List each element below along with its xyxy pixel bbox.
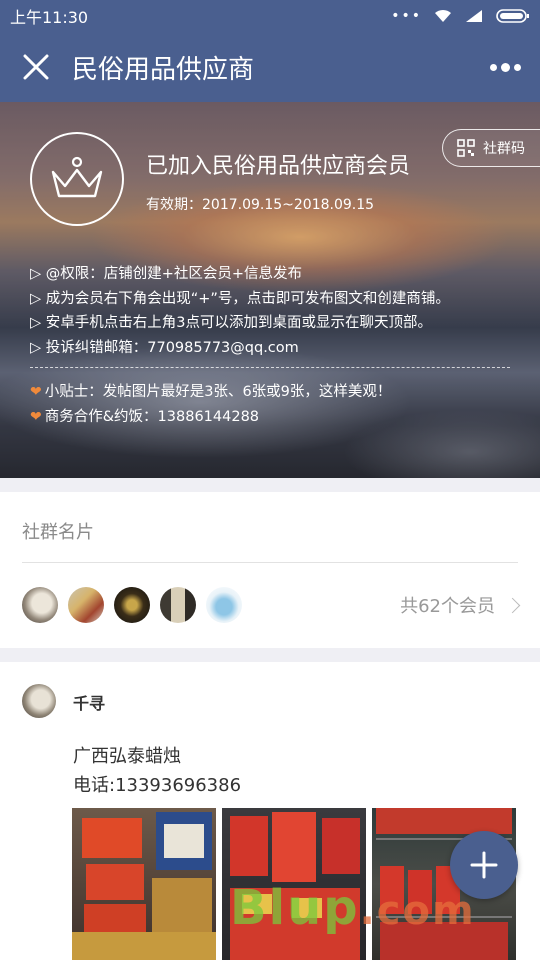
chevron-right-icon	[504, 597, 521, 613]
watermark-suffix: .com	[359, 888, 476, 934]
post-author[interactable]: 千寻	[73, 690, 105, 714]
avatar[interactable]	[68, 587, 104, 623]
plus-icon	[470, 851, 498, 879]
wifi-icon	[434, 9, 452, 23]
community-card: 社群名片 共62个会员	[0, 492, 540, 648]
tip-line: ❤ 小贴士：发帖图片最好是3张、6张或9张，这样美观！	[30, 380, 391, 405]
close-button[interactable]	[0, 32, 72, 102]
post-content: 广西弘泰蜡烛 电话:13393696386	[73, 742, 241, 800]
nav-bar: 民俗用品供应商	[0, 32, 540, 102]
notification-dots-icon: •••	[391, 8, 422, 24]
page-title: 民俗用品供应商	[72, 54, 255, 85]
tip-text: 小贴士：发帖图片最好是3张、6张或9张，这样美观！	[44, 384, 392, 400]
info-line: ▷ @权限：店铺创建+社区会员+信息发布	[30, 266, 303, 282]
qr-code-icon	[457, 139, 475, 157]
crown-emblem	[30, 132, 124, 226]
dashed-divider	[30, 367, 510, 368]
member-count: 共62个会员	[400, 596, 495, 617]
heart-icon: ❤	[30, 408, 42, 425]
crown-icon	[51, 156, 103, 198]
avatar[interactable]	[22, 684, 56, 718]
membership-title: 已加入民俗用品供应商会员	[146, 154, 411, 179]
watermark-main: Blup	[230, 880, 360, 936]
member-avatars[interactable]	[22, 587, 242, 623]
avatar[interactable]	[22, 587, 58, 623]
more-button[interactable]	[470, 32, 540, 102]
qr-label: 社群码	[483, 141, 525, 157]
post-line: 电话:13393696386	[73, 775, 242, 796]
community-qr-button[interactable]: 社群码	[442, 129, 540, 167]
info-line: ▷ 投诉纠错邮箱：770985773@qq.com	[30, 339, 299, 356]
member-count-link[interactable]: 共62个会员	[400, 592, 521, 618]
post-photo[interactable]	[72, 808, 216, 960]
info-lines: ▷ @权限：店铺创建+社区会员+信息发布 ▷ 成为会员右下角会出现“+”号，点击…	[30, 262, 450, 360]
more-dot-icon	[513, 63, 521, 71]
avatar[interactable]	[160, 587, 196, 623]
close-icon	[23, 54, 49, 80]
info-line: ▷ 成为会员右下角会出现“+”号，点击即可发布图文和创建商铺。	[30, 290, 450, 307]
hero-banner: 已加入民俗用品供应商会员 有效期：2017.09.15~2018.09.15 社…	[0, 102, 540, 478]
more-dot-icon	[500, 62, 510, 72]
tip-line: ❤ 商务合作&约饭：13886144288	[30, 405, 391, 430]
battery-icon	[496, 8, 530, 24]
more-dot-icon	[489, 63, 497, 71]
watermark: Blup.com	[230, 880, 476, 936]
divider	[22, 562, 518, 563]
status-icons: •••	[391, 8, 530, 24]
avatar[interactable]	[114, 587, 150, 623]
tip-text: 商务合作&约饭：13886144288	[44, 408, 260, 425]
status-time: 上午11:30	[10, 8, 89, 27]
avatar[interactable]	[206, 587, 242, 623]
tips: ❤ 小贴士：发帖图片最好是3张、6张或9张，这样美观！ ❤ 商务合作&约饭：13…	[30, 380, 391, 429]
post-line: 广西弘泰蜡烛	[73, 746, 181, 767]
validity-text: 有效期：2017.09.15~2018.09.15	[146, 197, 375, 213]
info-line: ▷ 安卓手机点击右上角3点可以添加到桌面或显示在聊天顶部。	[30, 315, 432, 331]
add-post-button[interactable]	[450, 831, 518, 899]
heart-icon: ❤	[30, 384, 42, 400]
status-bar: 上午11:30 •••	[0, 0, 540, 32]
signal-icon	[464, 9, 484, 23]
card-title: 社群名片	[22, 522, 94, 543]
